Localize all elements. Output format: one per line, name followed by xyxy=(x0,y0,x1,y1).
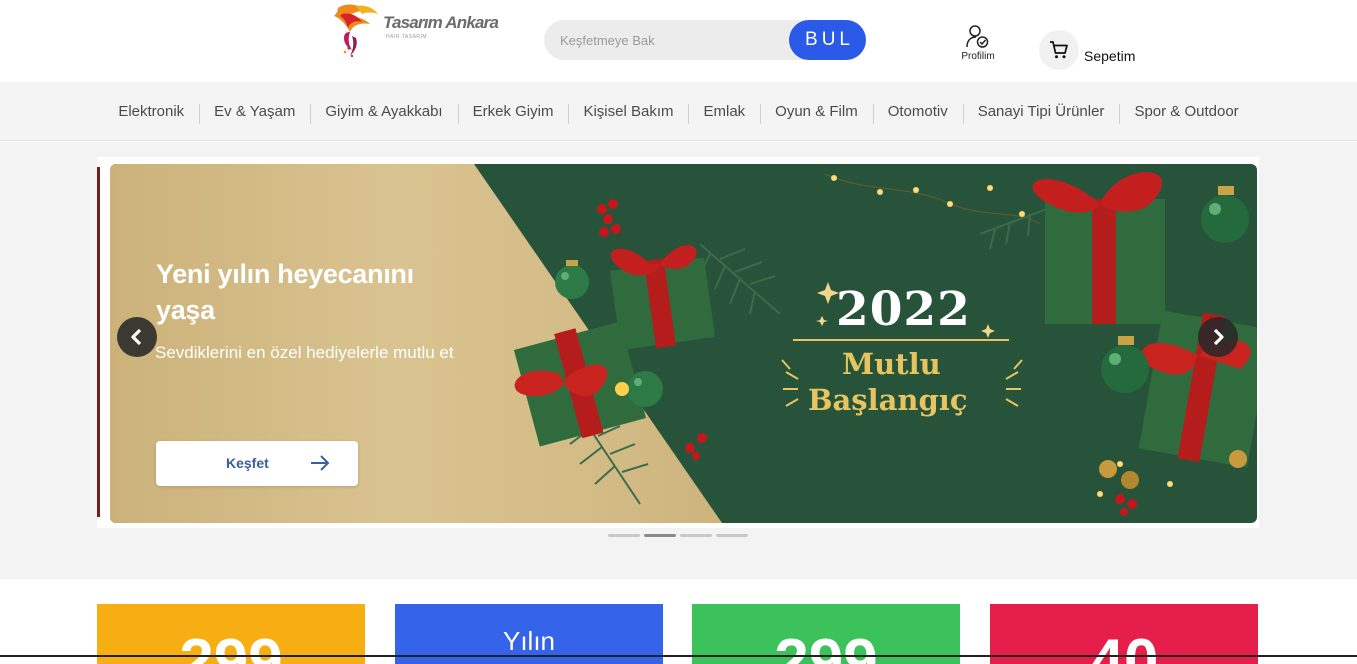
chevron-left-icon xyxy=(131,328,142,346)
slider-dot[interactable] xyxy=(608,534,640,537)
nav-item-oyun-film[interactable]: Oyun & Film xyxy=(760,103,873,124)
slider-dot-active[interactable] xyxy=(644,534,676,537)
promo-cards: 299 Yılın 299 40 xyxy=(0,579,1357,664)
nav-item-emlak[interactable]: Emlak xyxy=(688,103,760,124)
slide-year: 2022 xyxy=(836,282,971,337)
cart-icon xyxy=(1050,41,1068,59)
nav-item-kisisel-bakim[interactable]: Kişisel Bakım xyxy=(568,103,688,124)
hero-slider: Yeni yılın heyecanını yaşa Sevdiklerini … xyxy=(97,157,1259,528)
search-button[interactable]: BUL xyxy=(789,20,866,60)
category-nav: Elektronik Ev & Yaşam Giyim & Ayakkabı E… xyxy=(0,82,1357,141)
user-check-icon xyxy=(966,25,989,48)
nav-item-spor-outdoor[interactable]: Spor & Outdoor xyxy=(1119,103,1253,124)
kesfet-button-label: Keşfet xyxy=(226,455,269,471)
slide-greeting-line1: Mutlu xyxy=(842,347,941,381)
search-input[interactable] xyxy=(544,20,794,60)
slider-dot[interactable] xyxy=(680,534,712,537)
slide-greeting-line2: Başlangıç xyxy=(808,383,968,417)
nav-item-elektronik[interactable]: Elektronik xyxy=(103,103,199,120)
hero-slide[interactable]: Yeni yılın heyecanını yaşa Sevdiklerini … xyxy=(110,164,1257,523)
kesfet-button[interactable]: Keşfet xyxy=(156,441,358,486)
promo-card-text: 40 xyxy=(1089,627,1159,664)
arrow-right-icon xyxy=(311,455,330,471)
slider-next-button[interactable] xyxy=(1198,317,1238,357)
promo-card-text: 299 xyxy=(774,627,878,664)
profile-link[interactable]: Profilim xyxy=(955,24,1001,66)
promo-card-text: Yılın xyxy=(502,626,556,656)
slider-prev-button[interactable] xyxy=(117,317,157,357)
promo-card-text: 299 xyxy=(179,627,283,664)
cart-label: Sepetim xyxy=(1084,48,1136,64)
site-logo[interactable]: Tasarım Ankara HAIR TASARIM xyxy=(330,0,520,60)
profile-label: Profilim xyxy=(961,51,995,62)
previous-slide-edge xyxy=(97,167,100,517)
phoenix-logo-icon xyxy=(334,4,378,58)
search-bar: BUL xyxy=(544,20,866,60)
slide-title: Yeni yılın heyecanını yaşa xyxy=(156,259,414,325)
site-header: Tasarım Ankara HAIR TASARIM BUL Profilim… xyxy=(0,0,1357,82)
logo-tagline: HAIR TASARIM xyxy=(386,34,428,40)
slider-dots xyxy=(608,534,748,538)
nav-item-sanayi[interactable]: Sanayi Tipi Ürünler xyxy=(962,103,1120,124)
nav-item-erkek-giyim[interactable]: Erkek Giyim xyxy=(457,103,569,124)
nav-item-otomotiv[interactable]: Otomotiv xyxy=(872,103,963,124)
nav-item-ev-yasam[interactable]: Ev & Yaşam xyxy=(199,103,310,124)
cart-icon-wrap xyxy=(1039,30,1079,70)
slide-subtitle: Sevdiklerini en özel hediyelerle mutlu e… xyxy=(155,343,454,362)
slider-dot[interactable] xyxy=(716,534,748,537)
logo-text: Tasarım Ankara xyxy=(383,13,499,32)
chevron-right-icon xyxy=(1213,328,1224,346)
nav-item-giyim-ayakkabi[interactable]: Giyim & Ayakkabı xyxy=(310,103,457,124)
